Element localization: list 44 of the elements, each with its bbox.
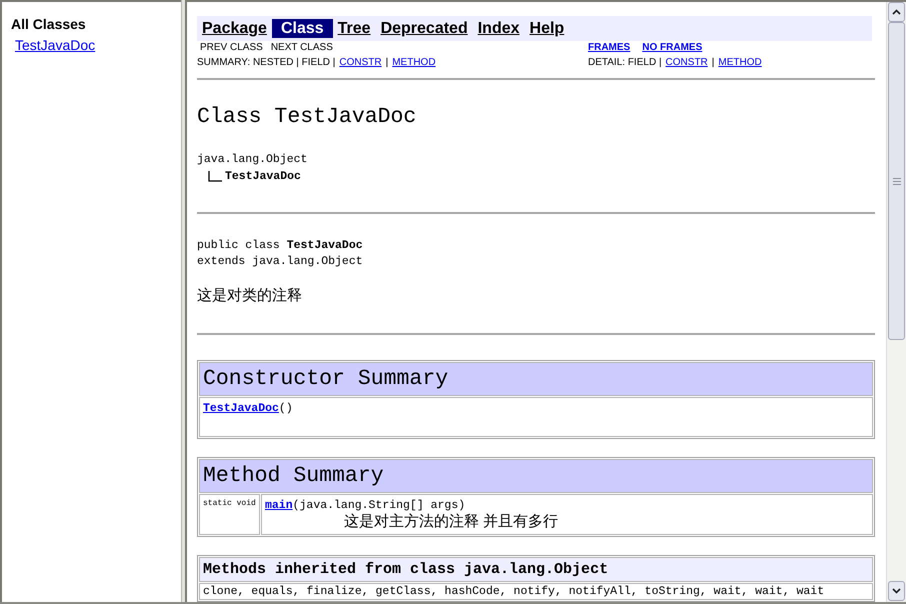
section-title: Constructor Summary bbox=[203, 366, 448, 393]
nav-label: PREV CLASS bbox=[200, 41, 263, 54]
nav-label: | bbox=[386, 56, 388, 69]
member-link[interactable]: main bbox=[265, 498, 293, 513]
nav-link[interactable]: METHOD bbox=[718, 56, 762, 69]
frames-link[interactable]: FRAMES bbox=[588, 41, 630, 54]
nav-label: DETAIL: FIELD | bbox=[588, 56, 662, 69]
params-text: (java.lang.String[] args) bbox=[292, 498, 466, 513]
class-name: java.lang.Object bbox=[197, 153, 308, 167]
nav-label: | bbox=[712, 56, 714, 69]
method-description: 这是对主方法的注释 并且有多行 bbox=[344, 513, 558, 531]
grip-icon bbox=[892, 178, 900, 184]
scrollbar-thumb[interactable] bbox=[888, 22, 905, 340]
nav-link[interactable]: METHOD bbox=[392, 56, 436, 69]
method-list-text: clone, equals, finalize, getClass, hashCode, notify, notifyAll, toString, wait, wait, wait bbox=[203, 585, 824, 599]
nav-link[interactable]: Deprecated bbox=[376, 19, 473, 38]
nav-link[interactable]: Package bbox=[197, 19, 272, 38]
section-title: Methods inherited from class java.lang.Object bbox=[203, 560, 608, 580]
params-text: () bbox=[278, 401, 293, 417]
nav-label: SUMMARY: NESTED | FIELD | bbox=[197, 56, 336, 69]
declaration-text: extends java.lang.Object bbox=[197, 254, 363, 270]
tree-branch-icon bbox=[208, 171, 222, 182]
constructor-link[interactable]: TestJavaDoc bbox=[203, 401, 279, 417]
nav-link[interactable]: CONSTR bbox=[666, 56, 708, 69]
vertical-scrollbar[interactable] bbox=[886, 2, 906, 602]
nav-link[interactable]: Tree bbox=[332, 19, 376, 38]
nav-link[interactable]: Class bbox=[272, 19, 333, 38]
chevron-up-icon bbox=[892, 9, 901, 15]
scroll-down-button[interactable] bbox=[888, 581, 905, 601]
section-title: Method Summary bbox=[203, 463, 384, 490]
frame-heading: All Classes bbox=[11, 16, 86, 33]
frames-link[interactable]: NO FRAMES bbox=[642, 41, 702, 54]
nav-link[interactable]: Index bbox=[472, 19, 525, 38]
scroll-up-button[interactable] bbox=[888, 2, 905, 22]
chevron-down-icon bbox=[892, 588, 901, 594]
nav-link[interactable]: Help bbox=[524, 19, 570, 38]
class-name: TestJavaDoc bbox=[225, 169, 301, 185]
class-title: Class TestJavaDoc bbox=[197, 104, 416, 131]
entry-link[interactable]: TestJavaDoc bbox=[15, 37, 96, 54]
class-description: 这是对类的注释 bbox=[197, 286, 302, 306]
nav-label: NEXT CLASS bbox=[270, 41, 333, 54]
modifier-text: static void bbox=[203, 499, 256, 508]
nav-link[interactable]: CONSTR bbox=[339, 56, 382, 69]
declaration-text: public class TestJavaDoc bbox=[197, 238, 363, 254]
